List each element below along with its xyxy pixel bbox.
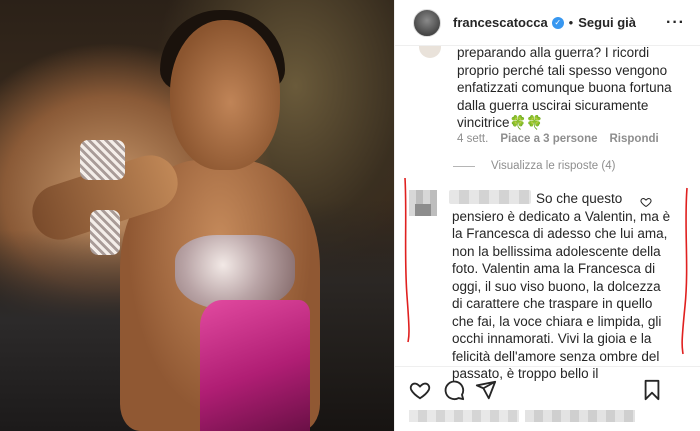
- bracelet: [80, 140, 125, 180]
- annotation-line-left: [404, 177, 410, 343]
- comment-likes[interactable]: Piace a 3 persone: [500, 133, 597, 145]
- view-replies-label: Visualizza le risposte (4): [491, 160, 616, 172]
- username[interactable]: francescatocca: [453, 15, 548, 30]
- blurred-avatar-detail: [415, 204, 431, 216]
- avatar[interactable]: [413, 8, 441, 37]
- bookmark-icon[interactable]: [641, 379, 663, 401]
- comment-text: preparando alla guerra? I ricordi propri…: [457, 45, 672, 130]
- more-options-icon[interactable]: ···: [666, 14, 685, 32]
- separator: •: [568, 15, 574, 30]
- background-crowd: [0, 230, 140, 431]
- post-photo: [0, 0, 394, 431]
- pink-skirt: [200, 300, 310, 431]
- blurred-likes: [409, 410, 519, 422]
- annotation-line-right: [681, 187, 688, 355]
- comment-meta: 4 sett. Piace a 3 persone Rispondi: [457, 133, 659, 145]
- replies-divider: [453, 165, 475, 167]
- bracelet: [90, 210, 120, 255]
- post-actions-bar: [395, 366, 700, 408]
- dancer-head: [170, 20, 280, 170]
- follow-button[interactable]: Segui già: [578, 15, 636, 30]
- view-replies-button[interactable]: Visualizza le risposte (4): [453, 160, 615, 172]
- sequined-top: [175, 235, 295, 310]
- verified-badge-icon: ✓: [551, 16, 564, 29]
- blurred-likes: [525, 410, 635, 422]
- share-icon[interactable]: [475, 379, 497, 401]
- heart-icon[interactable]: [409, 379, 431, 401]
- comment-time: 4 sett.: [457, 133, 489, 145]
- comment-icon[interactable]: [443, 379, 465, 401]
- post-header: francescatocca ✓ • Segui già ···: [395, 0, 700, 46]
- comment-like-heart-icon[interactable]: [640, 196, 652, 208]
- post-side-panel: francescatocca ✓ • Segui già ··· prepara…: [394, 0, 700, 431]
- comment-text: So che questo pensiero è dedicato a Vale…: [452, 191, 671, 381]
- comment-avatar-partial: [419, 46, 441, 58]
- reply-button[interactable]: Rispondi: [610, 133, 659, 145]
